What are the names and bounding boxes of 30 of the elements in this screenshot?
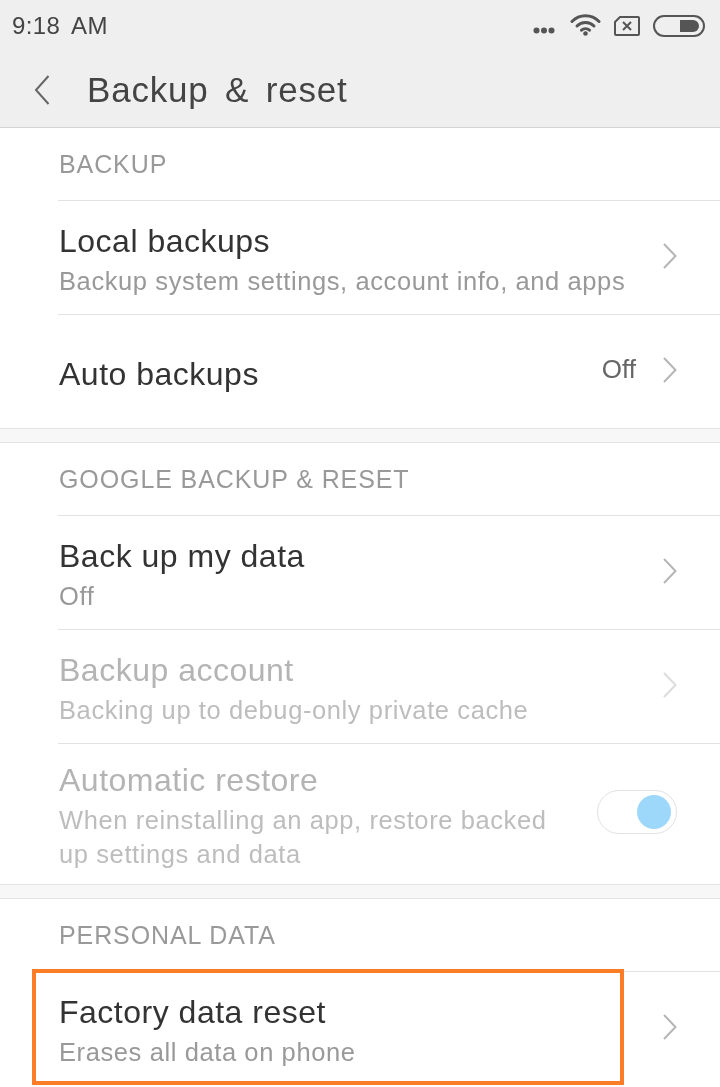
item-subtitle: Backing up to debug-only private cache — [59, 694, 530, 726]
item-subtitle: Erases all data on phone — [59, 1036, 357, 1068]
sim-card-x-icon — [614, 16, 640, 36]
screen-title: Backup & reset — [87, 69, 348, 110]
section-header: BACKUP — [59, 149, 168, 179]
chevron-right-icon — [663, 671, 677, 698]
item-value: Off — [601, 354, 636, 385]
item-subtitle: Off — [59, 580, 96, 612]
wifi-icon — [570, 12, 601, 36]
settings-row[interactable]: Back up my data Off — [58, 515, 720, 629]
status-time: 9:18 AM — [12, 12, 108, 40]
item-title: Factory data reset — [59, 993, 327, 1030]
chevron-right-icon — [663, 557, 677, 584]
item-title: Automatic restore — [59, 762, 320, 798]
back-icon — [34, 74, 50, 105]
settings-row[interactable]: Local backups Backup system settings, account info, and apps — [58, 200, 720, 314]
more-dots-icon — [533, 26, 555, 34]
item-subtitle: When reinstalling an app, restore backed up settings and data — [59, 805, 548, 870]
chevron-right-icon — [663, 356, 677, 383]
section-header: GOOGLE BACKUP & RESET — [59, 464, 410, 494]
section-header: PERSONAL DATA — [59, 920, 276, 950]
item-title: Local backups — [59, 222, 272, 259]
battery-icon — [653, 15, 705, 37]
item-title: Backup account — [59, 651, 295, 688]
chevron-right-icon — [663, 1013, 677, 1040]
item-title: Auto backups — [59, 356, 260, 392]
settings-row[interactable]: Factory data reset Erases all data on phone — [58, 971, 720, 1085]
chevron-right-icon — [663, 242, 677, 269]
item-title: Back up my data — [59, 537, 306, 574]
item-subtitle: Backup system settings, account info, and apps — [59, 265, 627, 297]
